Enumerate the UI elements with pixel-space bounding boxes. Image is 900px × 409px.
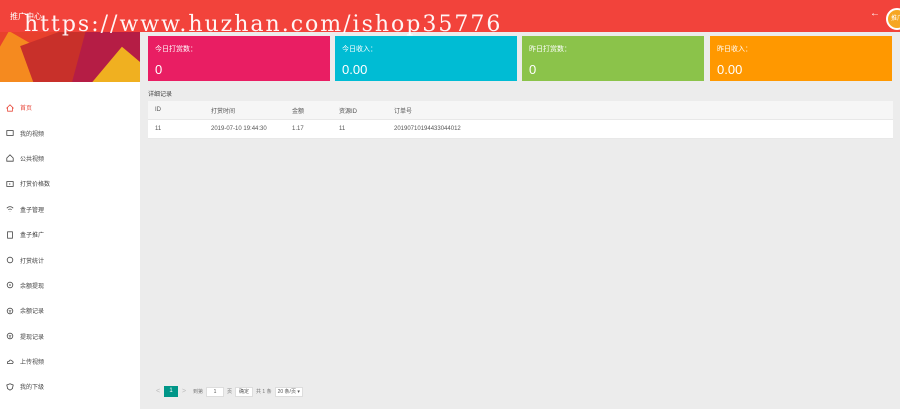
stat-label: 昨日收入：: [717, 46, 752, 53]
goto-page-input[interactable]: 1: [206, 386, 225, 397]
home-icon: [6, 103, 14, 112]
balance-icon: [6, 307, 14, 315]
records-table: ID 打赏时间 金额 资源ID 订单号 11 2019-07-10 19:44:…: [148, 101, 893, 139]
stat-label: 昨日打赏数：: [529, 46, 571, 53]
sidebar-item-box-promo[interactable]: 盒子推广: [0, 222, 140, 247]
stat-card-yesterday-tips: 昨日打赏数： 0: [522, 36, 704, 81]
sidebar-item-label: 余额提现: [20, 283, 45, 290]
stat-card-yesterday-income: 昨日收入： 0.00: [710, 36, 892, 81]
table-header-row: ID 打赏时间 金额 资源ID 订单号: [148, 101, 893, 120]
table-cell: 11: [339, 126, 346, 132]
sidebar-item-label: 盒子管理: [20, 207, 45, 214]
sidebar-item-label: 提现记录: [20, 334, 45, 341]
stat-label: 今日打赏数：: [155, 46, 197, 53]
sidebar-item-label: 公共视频: [20, 156, 45, 163]
sidebar-item-home[interactable]: 首页: [0, 95, 140, 120]
section-title: 详细记录: [148, 92, 173, 98]
sidebar-item-box-manage[interactable]: 盒子管理: [0, 197, 140, 222]
sidebar-banner: [0, 32, 140, 82]
prev-page-button[interactable]: <: [152, 388, 164, 395]
sidebar-item-balance-record[interactable]: 余额记录: [0, 298, 140, 323]
price-icon: [6, 180, 14, 188]
withdraw-record-icon: [6, 332, 14, 340]
back-arrow-icon[interactable]: ←: [870, 8, 880, 19]
sidebar-item-price[interactable]: 打赏价格数: [0, 171, 140, 196]
next-page-button[interactable]: >: [178, 388, 190, 395]
table-cell: 20190710194433044012: [394, 126, 461, 132]
sidebar-menu: 首页 我的视频 公共视频 打赏价格数 盒子管理 盒子推广 打赏统计 余额提现 余…: [0, 82, 140, 400]
box-manage-icon: [6, 205, 14, 213]
sidebar-item-label: 上传视频: [20, 360, 45, 367]
goto-label: 到第: [193, 389, 204, 395]
page-suffix: 页: [227, 389, 233, 395]
top-bar: 推广中心 ← 推广: [0, 0, 900, 32]
stat-card-today-income: 今日收入： 0.00: [335, 36, 517, 81]
per-page-value: 20 条/页: [277, 388, 296, 395]
pagination: < 1 > 到第 1 页 确定 共 1 条 20 条/页 ▾: [152, 386, 303, 397]
table-cell: 2019-07-10 19:44:30: [211, 126, 267, 132]
sidebar-item-withdraw-record[interactable]: 提现记录: [0, 324, 140, 349]
sidebar-item-upload[interactable]: 上传视频: [0, 349, 140, 374]
stat-value: 0.00: [717, 62, 743, 77]
sidebar-item-label: 余额记录: [20, 309, 45, 316]
public-video-icon: [6, 154, 14, 163]
per-page-select[interactable]: 20 条/页 ▾: [274, 386, 303, 397]
sidebar-item-label: 我的下级: [20, 385, 45, 392]
sidebar-item-withdraw[interactable]: 余额提现: [0, 273, 140, 298]
video-icon: [6, 129, 14, 137]
subordinate-icon: [6, 383, 14, 391]
table-row[interactable]: 11 2019-07-10 19:44:30 1.17 11 201907101…: [148, 120, 893, 139]
withdraw-icon: [6, 281, 14, 289]
current-page-button[interactable]: 1: [164, 386, 178, 397]
sidebar-item-stats[interactable]: 打赏统计: [0, 247, 140, 272]
table-cell: 1.17: [292, 126, 304, 132]
sidebar-item-public-videos[interactable]: 公共视频: [0, 146, 140, 171]
sidebar-item-label: 打赏价格数: [20, 182, 51, 189]
total-count: 共 1 条: [256, 389, 272, 395]
sidebar-item-label: 我的视频: [20, 131, 45, 138]
stat-value: 0: [155, 62, 163, 77]
avatar[interactable]: 推广: [886, 8, 900, 30]
stat-label: 今日收入：: [342, 46, 377, 53]
confirm-button[interactable]: 确定: [235, 386, 254, 397]
stats-icon: [6, 256, 14, 264]
column-header-order-no[interactable]: 订单号: [387, 106, 893, 115]
sidebar-item-label: 打赏统计: [20, 258, 45, 265]
column-header-time[interactable]: 打赏时间: [204, 106, 285, 115]
column-header-id[interactable]: ID: [148, 107, 204, 113]
column-header-resource-id[interactable]: 资源ID: [332, 106, 387, 115]
table-cell: 11: [155, 126, 162, 132]
box-promo-icon: [6, 231, 14, 239]
stat-card-today-tips: 今日打赏数： 0: [148, 36, 330, 81]
sidebar-item-my-videos[interactable]: 我的视频: [0, 120, 140, 145]
sidebar-item-label: 盒子推广: [20, 233, 45, 240]
stat-value: 0.00: [342, 62, 368, 77]
stat-value: 0: [529, 62, 537, 77]
sidebar-item-label: 首页: [20, 106, 33, 113]
app-title: 推广中心: [10, 12, 42, 21]
sidebar: 首页 我的视频 公共视频 打赏价格数 盒子管理 盒子推广 打赏统计 余额提现 余…: [0, 32, 140, 409]
upload-icon: [6, 358, 14, 366]
sidebar-item-subordinate[interactable]: 我的下级: [0, 374, 140, 399]
column-header-amount[interactable]: 金额: [285, 106, 332, 115]
